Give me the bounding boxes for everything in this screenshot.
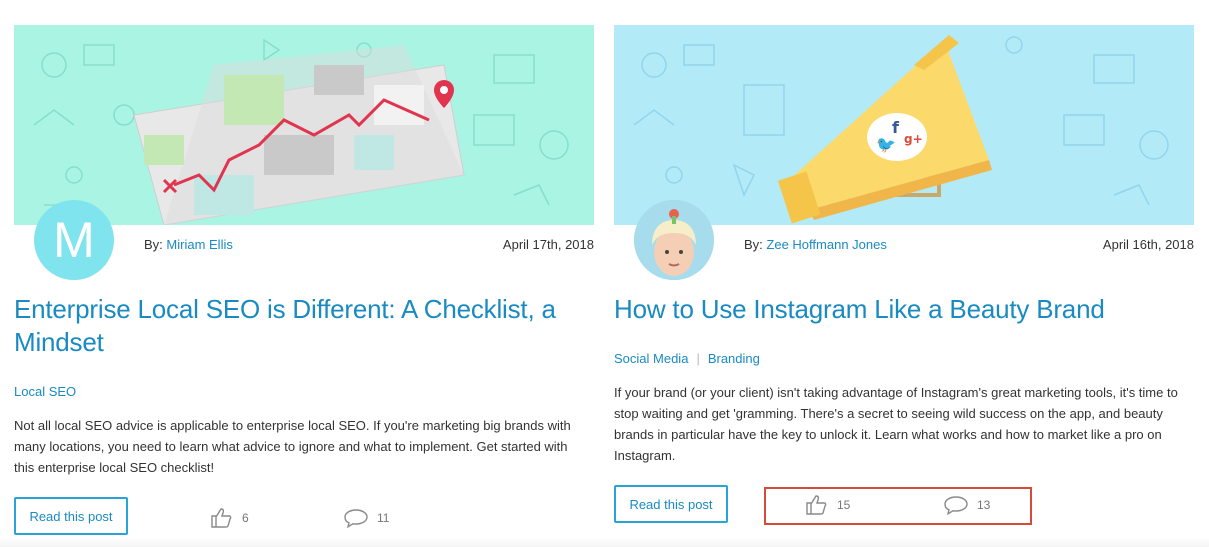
post-categories: Local SEO [14,384,76,399]
by-label: By: [744,237,767,252]
post-hero-image[interactable] [14,25,594,225]
svg-text:f: f [892,118,900,137]
comment-count[interactable]: 11 [343,507,389,529]
read-post-button[interactable]: Read this post [14,497,128,535]
post-excerpt: Not all local SEO advice is applicable t… [14,418,571,475]
post-meta: By: Miriam Ellis April 17th, 2018 [144,237,594,252]
megaphone-illustration: 🐦 f g+ [614,25,1194,225]
avatar-letter: M [53,212,95,268]
thumbs-up-icon [211,508,232,528]
post-categories: Social Media | Branding [614,351,760,366]
author-avatar[interactable] [634,200,714,280]
post-date: April 16th, 2018 [1102,237,1194,252]
author-avatar[interactable]: M [34,200,114,280]
comment-count-value: 11 [377,511,390,525]
author-photo [634,200,714,280]
post-title[interactable]: How to Use Instagram Like a Beauty Brand [614,293,1194,326]
bottom-shade [0,537,1209,547]
read-post-button[interactable]: Read this post [614,485,728,523]
author-link[interactable]: Zee Hoffmann Jones [766,237,886,252]
by-label: By: [144,237,167,252]
highlight-box [764,487,1032,525]
post-card-2: 🐦 f g+ By: Zee Hoffmann Jones April 16th… [614,25,1194,523]
category-link-social-media[interactable]: Social Media [614,351,688,366]
svg-text:🐦: 🐦 [876,135,896,154]
category-link[interactable]: Local SEO [14,384,76,399]
post-title[interactable]: Enterprise Local SEO is Different: A Che… [14,293,594,359]
author-link[interactable]: Miriam Ellis [166,237,232,252]
svg-text:g+: g+ [904,132,923,146]
post-hero-image[interactable]: 🐦 f g+ [614,25,1194,225]
category-separator: | [696,351,700,366]
comment-bubble-icon [344,509,368,529]
like-count-value: 6 [242,511,249,525]
post-excerpt: If your brand (or your client) isn't tak… [614,385,1178,463]
map-illustration [14,25,594,225]
post-card-1: M By: Miriam Ellis April 17th, 2018 Ente… [14,25,594,535]
category-link-branding[interactable]: Branding [708,351,760,366]
post-meta: By: Zee Hoffmann Jones April 16th, 2018 [744,237,1194,252]
like-count[interactable]: 6 [210,507,249,529]
post-date: April 17th, 2018 [502,237,594,252]
